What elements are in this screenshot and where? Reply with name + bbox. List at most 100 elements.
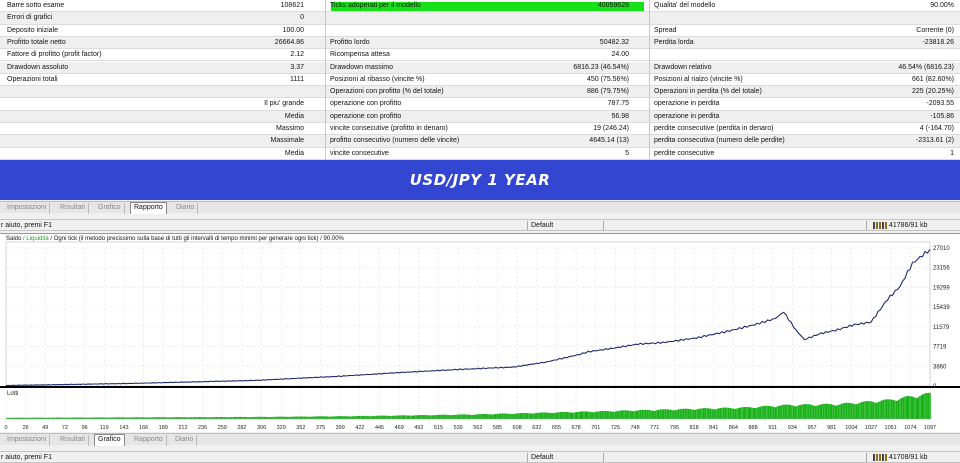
lots-bar (568, 412, 570, 419)
lots-bar (794, 406, 796, 419)
report-label (7, 111, 197, 123)
lots-bar (160, 417, 163, 419)
lots-bar (362, 415, 364, 419)
lots-bar (611, 411, 614, 419)
x-tick-label: 352 (296, 425, 305, 431)
y-tick-label: 19299 (933, 285, 950, 291)
lots-bar (297, 416, 299, 419)
lots-bar (423, 415, 426, 419)
lots-bar (594, 411, 597, 419)
report-row: Operazioni con profitto (% del totale) 88… (0, 86, 960, 99)
tab-grafico[interactable]: Grafico (94, 434, 125, 446)
report-value: 5 (625, 149, 629, 157)
x-tick-label: 748 (631, 425, 640, 431)
x-tick-label: 306 (257, 425, 266, 431)
lots-bar (282, 416, 284, 419)
tab-diario[interactable]: Diario (172, 435, 198, 446)
lots-bar (228, 417, 231, 419)
lots-bar (904, 396, 906, 419)
x-tick-label: 1027 (865, 425, 877, 431)
x-tick-label: 795 (670, 425, 679, 431)
report-row: Deposito iniziale 100.00 Spread Corrente (0… (0, 25, 960, 37)
lots-bar (448, 415, 451, 419)
lots-bar (170, 417, 173, 419)
lots-bar (629, 410, 632, 419)
lots-bar (312, 416, 314, 419)
lots-bar (807, 404, 810, 419)
report-row: Barre sotto esame 108621 Ticks adoperati p… (0, 0, 960, 13)
lots-bar (742, 407, 745, 419)
tab-impostazioni[interactable]: Impostazioni (4, 203, 51, 214)
x-tick-label: 655 (552, 425, 561, 431)
x-tick-label: 49 (42, 425, 48, 431)
lots-bar (736, 408, 738, 419)
lots-bar (478, 414, 480, 419)
lots-bar (132, 417, 134, 419)
lots-bar (250, 417, 253, 419)
lots-bar (701, 408, 703, 419)
lots-bar (759, 406, 762, 419)
lots-bar (515, 413, 517, 419)
lots-bar (696, 409, 698, 419)
tab-diario[interactable]: Diario (173, 203, 199, 214)
lots-bar (809, 404, 811, 419)
lots-bar (929, 392, 931, 419)
tab-rapporto[interactable]: Rapporto (131, 435, 167, 446)
lots-bar (831, 404, 833, 419)
x-tick-label: 189 (159, 425, 168, 431)
lots-bar (744, 407, 747, 419)
y-tick-label: 11579 (933, 325, 950, 331)
lots-bar (618, 410, 620, 419)
tab-risultati[interactable]: Risultati (57, 435, 89, 446)
lots-bar (503, 413, 505, 419)
lots-bar (583, 411, 585, 419)
lots-bar (360, 415, 362, 419)
lots-bar (706, 408, 708, 419)
status-divider (866, 221, 867, 230)
report-value: 108621 (280, 2, 304, 9)
lots-bar (526, 413, 529, 419)
lots-bar (410, 415, 412, 419)
lots-bar (268, 417, 271, 419)
lots-bar (747, 407, 750, 419)
lots-bar (638, 410, 640, 419)
lots-bar (420, 415, 422, 419)
lots-bar (500, 413, 502, 419)
report-value: 24.00 (611, 51, 629, 59)
lots-bar (318, 416, 321, 419)
lots-bar (676, 409, 678, 419)
connection-meter-icon (873, 454, 887, 461)
report-value: 661 (82.60%) (911, 75, 954, 83)
lots-bar (772, 406, 775, 419)
lots-bar (180, 417, 183, 419)
lots-bar (390, 416, 392, 419)
lots-bar (693, 409, 695, 419)
tab-grafico[interactable]: Grafico (95, 203, 125, 214)
lots-bar (328, 416, 331, 419)
tab-impostazioni[interactable]: Impostazioni (4, 435, 51, 446)
lots-bar (889, 399, 891, 419)
lots-bar (857, 403, 860, 419)
balance-pane-frame (5, 241, 931, 387)
lots-bar (839, 404, 841, 419)
tab-rapporto[interactable]: Rapporto (130, 202, 167, 214)
lots-bar (175, 417, 178, 419)
lots-bar (177, 417, 179, 419)
x-tick-label: 911 (768, 425, 777, 431)
lots-bar (140, 417, 143, 419)
report-value (780, 12, 954, 24)
lots-bar (350, 416, 352, 419)
lots-bar (164, 417, 166, 419)
status-divider (603, 221, 604, 230)
lots-bar (298, 416, 301, 419)
tab-risultati[interactable]: Risultati (57, 203, 89, 214)
legend-liquidita: Liquidità (26, 236, 49, 242)
lots-bar (659, 409, 662, 419)
lots-bar (643, 409, 645, 419)
lots-bar (465, 414, 467, 419)
lots-bar (914, 397, 916, 419)
lots-bar (574, 412, 577, 419)
lots-bar (533, 413, 535, 419)
x-tick-label: 166 (139, 425, 148, 431)
x-tick-label: 515 (434, 425, 443, 431)
